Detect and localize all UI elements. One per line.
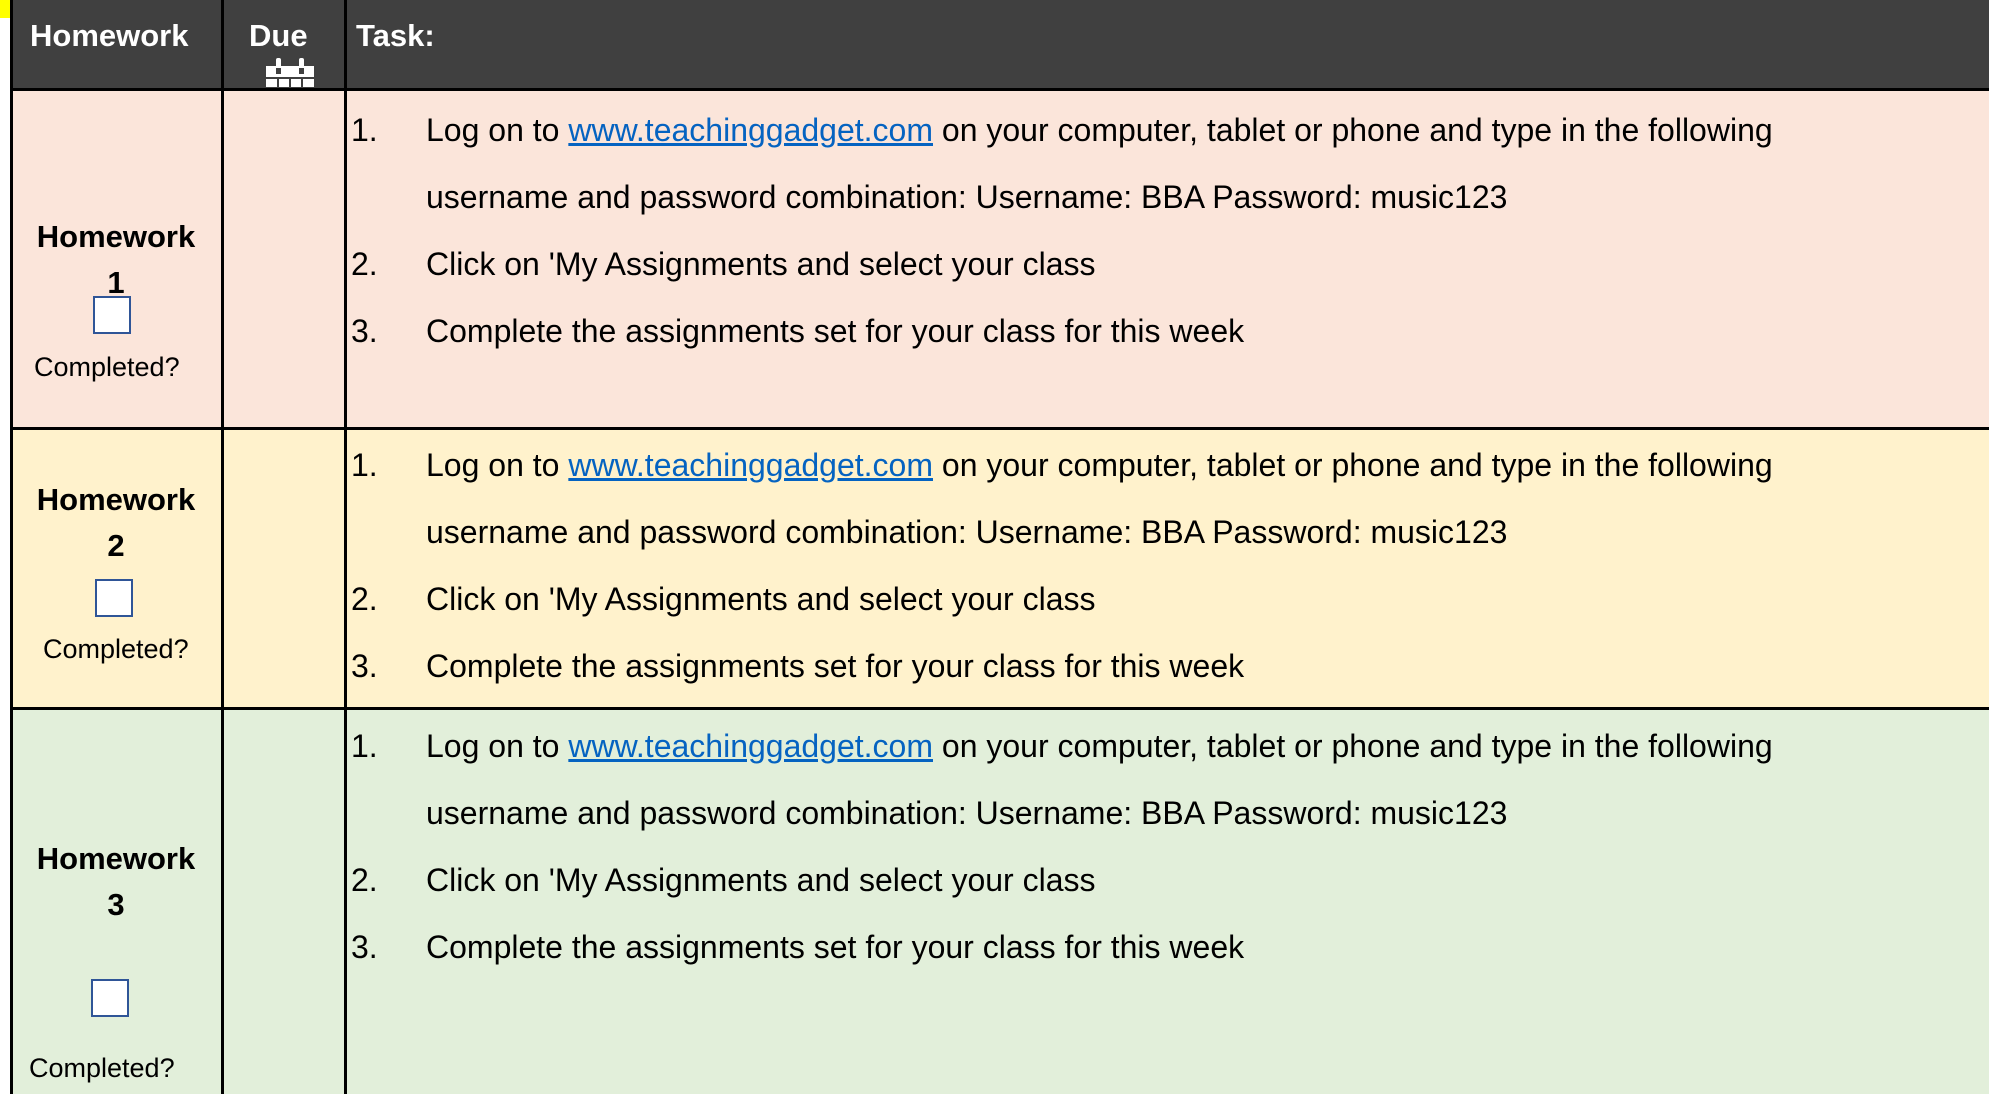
task-item-continuation: username and password combination: Usern… [351, 164, 1773, 231]
row-divider [10, 88, 1989, 91]
column-divider [221, 0, 224, 1094]
teachinggadget-link[interactable]: www.teachinggadget.com [568, 447, 933, 483]
homework-1-task-list: 1. Log on to www.teachinggadget.com on y… [351, 97, 1773, 365]
task-number: 2. [351, 246, 378, 282]
homework-3-num: 3 [107, 887, 125, 922]
task-number: 3. [351, 929, 378, 965]
row-divider [10, 427, 1989, 430]
homework-3-label: Homework [10, 836, 222, 881]
column-divider [344, 0, 347, 1094]
task-item: 3. Complete the assignments set for your… [351, 633, 1773, 700]
homework-1-title: Homework [36, 219, 196, 254]
homework-1-completed-label: Completed? [34, 352, 180, 382]
task-item: 3. Complete the assignments set for your… [351, 298, 1773, 365]
header-task: Task: [356, 18, 435, 53]
homework-2-title: Homework [36, 482, 196, 517]
task-text: Log on to www.teachinggadget.com on your… [426, 713, 1773, 780]
task-text: Click on 'My Assignments and select your… [426, 581, 1096, 617]
homework-table: Homework Due Task: Homework 1 Completed?… [10, 0, 1989, 1094]
homework-3-completed-label: Completed? [29, 1053, 175, 1083]
homework-row-3: Homework 3 Completed? 1. Log on to www.t… [10, 709, 1989, 1094]
task-text: Complete the assignments set for your cl… [426, 648, 1245, 684]
task-item-continuation: username and password combination: Usern… [351, 499, 1773, 566]
task-text: Complete the assignments set for your cl… [426, 929, 1245, 965]
task-item: 3. Complete the assignments set for your… [351, 914, 1773, 981]
column-divider [10, 0, 13, 1094]
homework-3-task-list: 1. Log on to www.teachinggadget.com on y… [351, 713, 1773, 981]
homework-2-completed-checkbox[interactable] [95, 579, 133, 617]
task-item: 2. Click on 'My Assignments and select y… [351, 566, 1773, 633]
homework-3-completed-checkbox[interactable] [91, 979, 129, 1017]
task-item: 2. Click on 'My Assignments and select y… [351, 847, 1773, 914]
task-text: Log on to www.teachinggadget.com on your… [426, 97, 1773, 164]
task-text-credentials: username and password combination: Usern… [426, 795, 1508, 831]
task-number: 1. [351, 112, 378, 148]
task-text-after-link: on your computer, tablet or phone and ty… [933, 447, 1773, 483]
task-number: 2. [351, 581, 378, 617]
task-item: 1. Log on to www.teachinggadget.com on y… [351, 97, 1773, 164]
task-text-credentials: username and password combination: Usern… [426, 514, 1508, 550]
task-text: Click on 'My Assignments and select your… [426, 246, 1096, 282]
task-text-after-link: on your computer, tablet or phone and ty… [933, 728, 1773, 764]
task-number: 1. [351, 728, 378, 764]
table-header-row: Homework Due Task: [10, 0, 1989, 108]
task-text-credentials: username and password combination: Usern… [426, 179, 1508, 215]
homework-row-2: Homework 2 Completed? 1. Log on to www.t… [10, 429, 1989, 709]
task-text: Complete the assignments set for your cl… [426, 313, 1245, 349]
task-text-before-link: Log on to [426, 112, 569, 148]
homework-2-num: 2 [107, 528, 125, 563]
task-item-continuation: username and password combination: Usern… [351, 780, 1773, 847]
teachinggadget-link[interactable]: www.teachinggadget.com [568, 728, 933, 764]
task-number: 3. [351, 313, 378, 349]
task-number: 1. [351, 447, 378, 483]
task-text: Click on 'My Assignments and select your… [426, 862, 1096, 898]
header-due: Due [249, 18, 308, 53]
homework-1-completed-checkbox[interactable] [93, 296, 131, 334]
task-text-before-link: Log on to [426, 447, 569, 483]
header-homework: Homework [30, 18, 189, 53]
task-item: 2. Click on 'My Assignments and select y… [351, 231, 1773, 298]
task-text-after-link: on your computer, tablet or phone and ty… [933, 112, 1773, 148]
task-number: 3. [351, 648, 378, 684]
task-text-before-link: Log on to [426, 728, 569, 764]
task-item: 1. Log on to www.teachinggadget.com on y… [351, 432, 1773, 499]
homework-2-task-list: 1. Log on to www.teachinggadget.com on y… [351, 432, 1773, 700]
homework-2-completed-label: Completed? [43, 634, 189, 664]
row-divider [10, 707, 1989, 710]
homework-3-number: 3 [10, 882, 222, 927]
homework-3-title: Homework [36, 841, 196, 876]
task-text: Log on to www.teachinggadget.com on your… [426, 432, 1773, 499]
homework-1-label: Homework [10, 214, 222, 259]
teachinggadget-link[interactable]: www.teachinggadget.com [568, 112, 933, 148]
homework-row-1: Homework 1 Completed? 1. Log on to www.t… [10, 90, 1989, 429]
task-item: 1. Log on to www.teachinggadget.com on y… [351, 713, 1773, 780]
homework-2-number: 2 [10, 523, 222, 568]
homework-2-label: Homework [10, 477, 222, 522]
task-number: 2. [351, 862, 378, 898]
